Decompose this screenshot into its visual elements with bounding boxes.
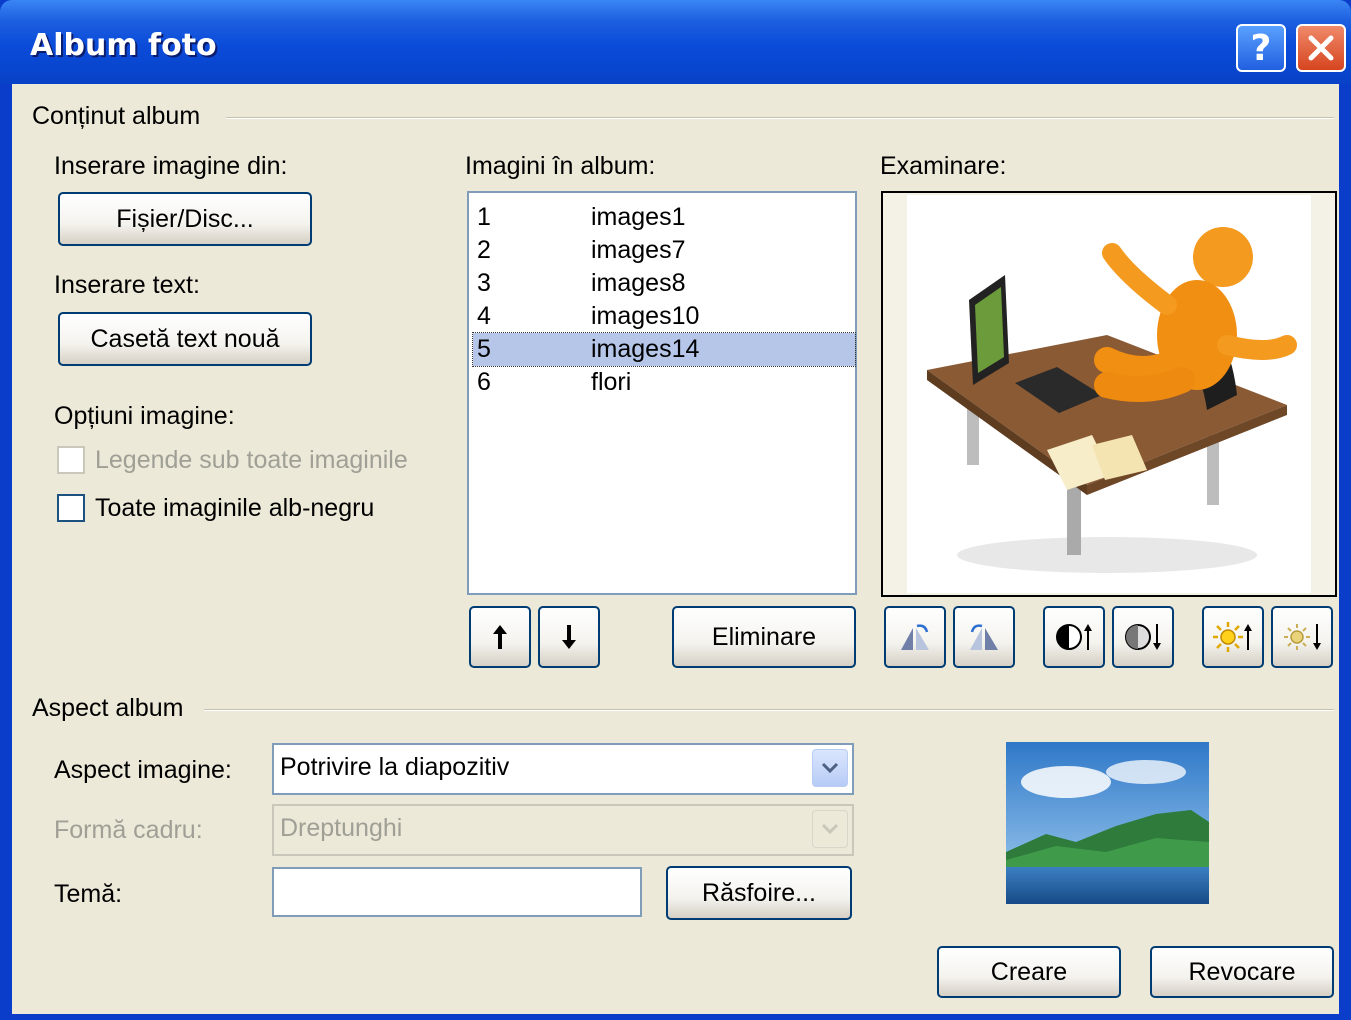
rotate-left-icon: [901, 624, 929, 650]
list-item[interactable]: 2 images7: [473, 234, 855, 267]
content-group-title: Conținut album: [32, 102, 201, 130]
theme-label: Temă:: [54, 880, 123, 908]
content-group-divider: [226, 117, 1334, 119]
brightness-up-icon: [1213, 622, 1252, 652]
arrow-down-icon: [562, 625, 576, 649]
frame-shape-select[interactable]: Dreptunghi: [272, 804, 854, 856]
rotate-right-button[interactable]: [953, 606, 1015, 668]
close-icon: [1308, 35, 1334, 61]
create-button[interactable]: Creare: [937, 946, 1121, 998]
contrast-down-button[interactable]: [1112, 606, 1174, 668]
frame-shape-label: Formă cadru:: [54, 816, 203, 844]
file-disk-button[interactable]: Fișier/Disc...: [58, 192, 312, 246]
cancel-button[interactable]: Revocare: [1150, 946, 1334, 998]
list-item[interactable]: 4 images10: [473, 300, 855, 333]
layout-preview-image: [1006, 742, 1209, 904]
picture-options-label: Opțiuni imagine:: [54, 402, 235, 430]
move-up-button[interactable]: [469, 606, 531, 668]
dialog-client: Conținut album Inserare imagine din: Fiș…: [12, 84, 1339, 1014]
brightness-down-icon: [1284, 624, 1321, 650]
rotate-left-button[interactable]: [884, 606, 946, 668]
insert-picture-label: Inserare imagine din:: [54, 152, 288, 180]
brightness-up-button[interactable]: [1202, 606, 1264, 668]
brightness-down-button[interactable]: [1271, 606, 1333, 668]
new-text-box-button[interactable]: Casetă text nouă: [58, 312, 312, 366]
preview-pane: [881, 191, 1337, 597]
arrow-up-icon: [493, 625, 507, 649]
close-button[interactable]: [1296, 24, 1346, 72]
black-white-checkbox[interactable]: [57, 494, 85, 522]
album-dialog: Album foto ? Conținut album Inserare ima…: [0, 0, 1351, 1020]
chevron-down-icon[interactable]: [812, 749, 848, 787]
move-down-button[interactable]: [538, 606, 600, 668]
chevron-down-icon[interactable]: [812, 810, 848, 848]
list-item[interactable]: 1 images1: [473, 201, 855, 234]
list-item-selected[interactable]: 5 images14: [472, 332, 856, 367]
title-bar[interactable]: Album foto ?: [0, 0, 1351, 84]
rotate-right-icon: [970, 624, 998, 650]
layout-group-title: Aspect album: [32, 694, 184, 722]
contrast-down-icon: [1125, 624, 1161, 650]
help-button[interactable]: ?: [1236, 24, 1286, 72]
contrast-up-icon: [1056, 624, 1092, 650]
album-list-label: Imagini în album:: [465, 152, 656, 180]
browse-button[interactable]: Răsfoire...: [666, 866, 852, 920]
captions-checkbox-label: Legende sub toate imaginile: [95, 446, 408, 474]
preview-illustration: [927, 227, 1297, 573]
remove-button[interactable]: Eliminare: [672, 606, 856, 668]
theme-input[interactable]: [272, 867, 642, 917]
black-white-checkbox-label: Toate imaginile alb-negru: [95, 494, 375, 522]
list-item[interactable]: 3 images8: [473, 267, 855, 300]
album-picture-list[interactable]: 1 images1 2 images7 3 images8 4 images10…: [467, 191, 857, 595]
layout-group-divider: [204, 709, 1334, 711]
contrast-up-button[interactable]: [1043, 606, 1105, 668]
picture-layout-select[interactable]: Potrivire la diapozitiv: [272, 743, 854, 795]
preview-image: [907, 195, 1311, 593]
captions-checkbox[interactable]: [57, 446, 85, 474]
window-title: Album foto: [30, 28, 217, 63]
picture-layout-label: Aspect imagine:: [54, 756, 232, 784]
insert-text-label: Inserare text:: [54, 271, 200, 299]
preview-label: Examinare:: [880, 152, 1007, 180]
list-item[interactable]: 6 flori: [473, 366, 855, 399]
